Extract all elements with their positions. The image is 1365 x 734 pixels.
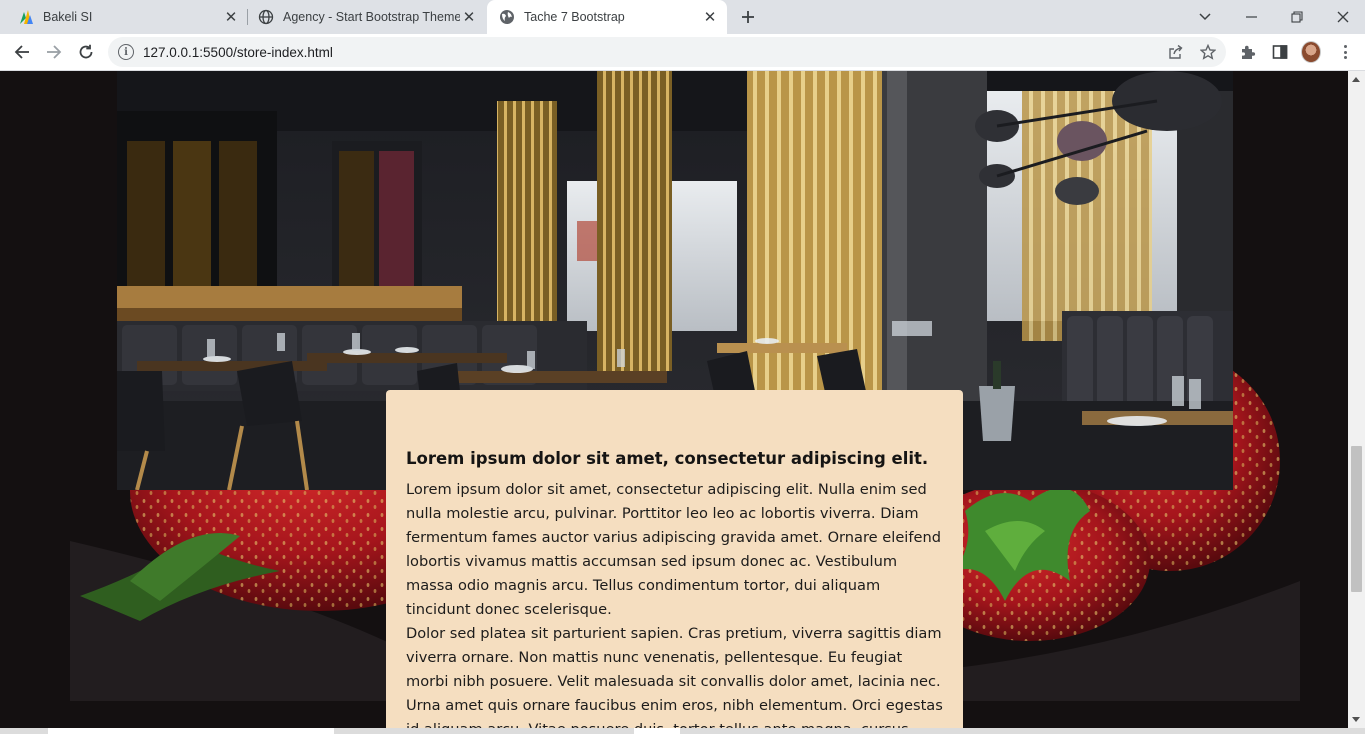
scrollbar-thumb[interactable] [1351,446,1362,592]
tab-title: Bakeli SI [43,10,93,24]
card-heading: Lorem ipsum dolor sit amet, consectetur … [406,449,929,468]
horizontal-scrollbar-thumb[interactable] [48,728,334,734]
chrome-menu-icon[interactable] [1335,42,1355,62]
close-window-button[interactable] [1320,0,1365,34]
tab-bakeli[interactable]: Bakeli SI ✕ [0,0,248,34]
scroll-up-arrow-icon[interactable] [1352,77,1360,82]
close-tab-icon[interactable]: ✕ [222,8,240,26]
tab-title: Tache 7 Bootstrap [524,10,625,24]
new-tab-button[interactable] [736,5,760,29]
avatar[interactable] [1301,41,1321,63]
tab-agency[interactable]: Agency - Start Bootstrap Theme ✕ [248,0,486,34]
share-icon[interactable] [1167,43,1185,61]
scroll-down-arrow-icon[interactable] [1352,717,1360,722]
reload-icon[interactable] [72,38,100,66]
horizontal-scrollbar-segment [634,728,680,734]
tab-title: Agency - Start Bootstrap Theme [283,10,460,24]
bookmark-star-icon[interactable] [1199,43,1217,61]
globe-icon [499,9,515,25]
tab-tache7[interactable]: Tache 7 Bootstrap ✕ [487,0,727,34]
url-text[interactable]: 127.0.0.1:5500/store-index.html [143,45,333,60]
vertical-scrollbar[interactable] [1348,71,1365,728]
browser-toolbar: i 127.0.0.1:5500/store-index.html [0,34,1365,71]
profile-avatar[interactable] [1301,41,1321,63]
extensions-puzzle-icon[interactable] [1238,42,1258,62]
globe-icon [258,9,274,25]
card-paragraph-2: Dolor sed platea sit parturient sapien. … [406,625,943,728]
bakeli-logo-icon [18,9,34,25]
site-info-icon[interactable]: i [118,44,134,60]
close-tab-icon[interactable]: ✕ [460,8,478,26]
horizontal-scrollbar[interactable] [0,728,1365,734]
tab-search-chevron-icon[interactable] [1182,0,1228,34]
content-card: Lorem ipsum dolor sit amet, consectetur … [386,390,963,728]
close-tab-icon[interactable]: ✕ [701,8,719,26]
browser-tab-bar: Bakeli SI ✕ Agency - Start Bootstrap The… [0,0,1365,34]
minimize-window-button[interactable] [1228,0,1274,34]
card-paragraph-1: Lorem ipsum dolor sit amet, consectetur … [406,481,941,618]
page-viewport: Lorem ipsum dolor sit amet, consectetur … [0,71,1348,728]
restore-window-button[interactable] [1274,0,1320,34]
address-bar[interactable]: i 127.0.0.1:5500/store-index.html [108,37,1226,67]
back-arrow-icon[interactable] [8,38,36,66]
forward-arrow-icon[interactable] [40,38,68,66]
side-panel-icon[interactable] [1270,42,1290,62]
